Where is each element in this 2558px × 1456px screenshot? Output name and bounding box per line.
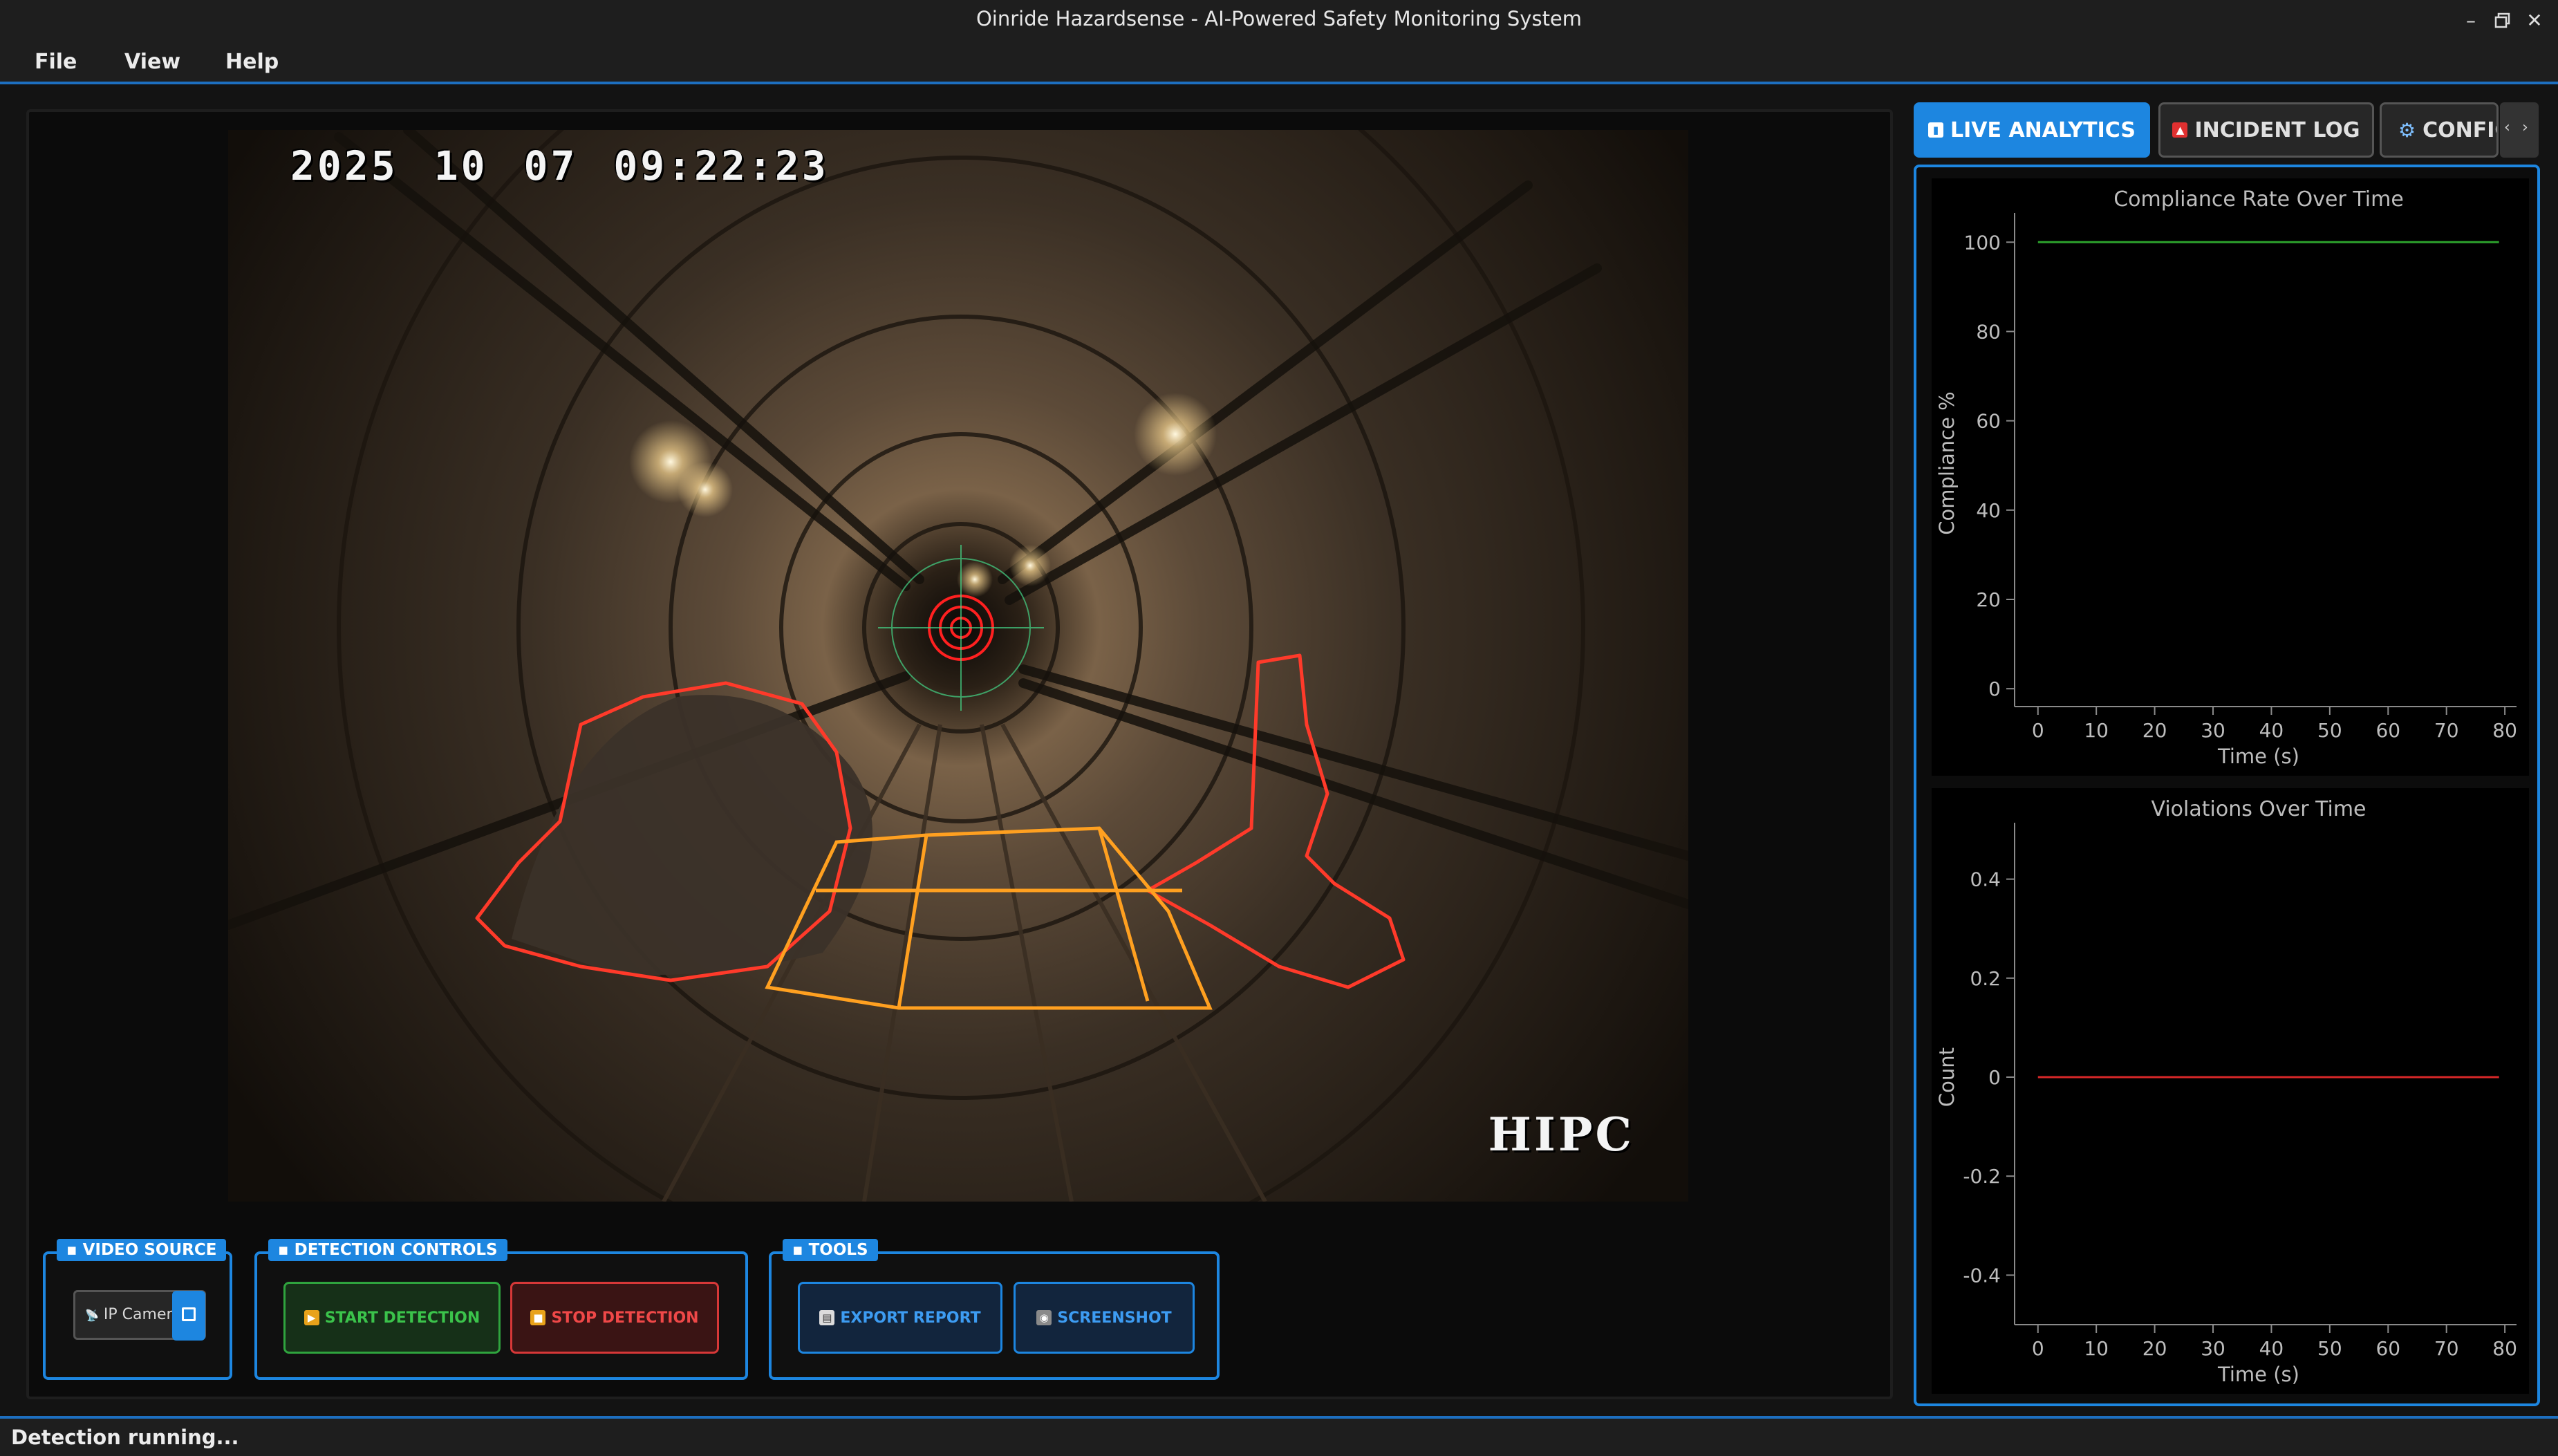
video-source-title: ▪ VIDEO SOURCE <box>57 1239 227 1261</box>
chart-title: Compliance Rate Over Time <box>2113 187 2404 212</box>
x-tick-label: 70 <box>2434 719 2459 742</box>
x-tick-label: 0 <box>2032 1337 2044 1360</box>
gamepad-icon: ▪ <box>278 1241 289 1259</box>
x-tick-label: 60 <box>2375 719 2400 742</box>
x-axis-label: Time (s) <box>2217 745 2299 768</box>
detection-controls-title: ▪ DETECTION CONTROLS <box>268 1239 507 1261</box>
compliance-chart-svg: Compliance Rate Over Time 0 20 40 60 80 100 0 10… <box>1935 187 2517 768</box>
x-tick-label: 50 <box>2317 1337 2342 1360</box>
bar-chart-icon: ▮ <box>1928 122 1944 138</box>
siren-icon: ▲ <box>2172 122 2188 138</box>
window-title: Oinride Hazardsense - AI-Powered Safety … <box>975 7 1583 30</box>
x-tick-label: 0 <box>2032 719 2044 742</box>
y-tick-label: -0.2 <box>1963 1165 2001 1188</box>
menu-view[interactable]: View <box>124 50 180 74</box>
camera-feed: 2025 10 07 09:22:23 HIPC <box>228 130 1688 1202</box>
video-source-group: ▪ VIDEO SOURCE 📡 IP Camer <box>43 1239 232 1380</box>
tunnel-image <box>228 130 1688 1202</box>
x-tick-label: 50 <box>2317 719 2342 742</box>
status-bar: Detection running... <box>0 1419 2558 1456</box>
x-tick-label: 10 <box>2084 1337 2109 1360</box>
y-tick-label: 0.2 <box>1970 967 2001 990</box>
y-tick-label: 80 <box>1976 320 2001 343</box>
timestamp-year: 2025 <box>290 142 398 189</box>
x-axis-label: Time (s) <box>2217 1363 2299 1386</box>
combo-dropdown-icon[interactable] <box>172 1291 205 1341</box>
detection-controls-group: ▪ DETECTION CONTROLS ▶ START DETECTION ■ S… <box>254 1239 748 1380</box>
x-tick-label: 20 <box>2142 1337 2167 1360</box>
camera-watermark: HIPC <box>1488 1108 1634 1161</box>
y-tick-label: 0.4 <box>1970 868 2001 891</box>
wrench-icon: ▪ <box>792 1241 803 1259</box>
tab-live-analytics[interactable]: ▮ LIVE ANALYTICS <box>1914 102 2150 158</box>
violations-chart-svg: Violations Over Time -0.4 -0.2 0 0.2 0.4 0 10 20… <box>1935 797 2517 1386</box>
tab-incident-log[interactable]: ▲ INCIDENT LOG <box>2158 102 2374 158</box>
x-tick-label: 80 <box>2492 1337 2517 1360</box>
scroll-left-icon[interactable]: ‹ <box>2504 119 2510 136</box>
y-axis-label: Count <box>1935 1047 1959 1107</box>
video-source-value: 📡 IP Camer <box>85 1306 173 1323</box>
menu-help[interactable]: Help <box>225 50 279 74</box>
stop-icon: ■ <box>530 1310 546 1325</box>
menu-file[interactable]: File <box>35 50 77 74</box>
live-analytics-panel: Compliance Rate Over Time 0 20 40 60 80 100 0 10… <box>1914 165 2540 1406</box>
y-tick-label: 20 <box>1976 588 2001 611</box>
y-tick-label: 0 <box>1988 1066 2001 1089</box>
x-tick-label: 40 <box>2259 719 2284 742</box>
timestamp-day: 07 <box>523 142 578 189</box>
video-source-combo[interactable]: 📡 IP Camer <box>73 1290 206 1341</box>
minimize-icon[interactable]: – <box>2457 6 2485 36</box>
export-report-button[interactable]: ▤ EXPORT REPORT <box>798 1282 1002 1354</box>
camera-icon: ▪ <box>66 1241 77 1259</box>
start-detection-button[interactable]: ▶ START DETECTION <box>283 1282 501 1354</box>
y-tick-label: 40 <box>1976 499 2001 522</box>
tools-group: ▪ TOOLS ▤ EXPORT REPORT ◉ SCREENSHOT <box>769 1239 1220 1380</box>
gear-icon: ⚙ <box>2398 118 2416 142</box>
x-tick-label: 10 <box>2084 719 2109 742</box>
timestamp-month: 10 <box>433 142 488 189</box>
close-icon[interactable]: ✕ <box>2521 6 2548 36</box>
stop-detection-button[interactable]: ■ STOP DETECTION <box>510 1282 719 1354</box>
screenshot-button[interactable]: ◉ SCREENSHOT <box>1014 1282 1195 1354</box>
x-tick-label: 30 <box>2201 719 2225 742</box>
video-timestamp: 2025 10 07 09:22:23 <box>290 142 829 189</box>
y-tick-label: 100 <box>1964 231 2001 254</box>
timestamp-time: 09:22:23 <box>613 142 829 189</box>
status-text: Detection running... <box>11 1426 239 1449</box>
scroll-right-icon[interactable]: › <box>2522 119 2528 136</box>
violations-chart: Violations Over Time -0.4 -0.2 0 0.2 0.4 0 10 20… <box>1932 788 2529 1394</box>
x-tick-label: 70 <box>2434 1337 2459 1360</box>
document-icon: ▤ <box>819 1310 835 1325</box>
compliance-chart: Compliance Rate Over Time 0 20 40 60 80 100 0 10… <box>1932 178 2529 776</box>
y-tick-label: -0.4 <box>1963 1264 2001 1287</box>
title-bar: Oinride Hazardsense - AI-Powered Safety … <box>0 0 2558 41</box>
video-panel: 2025 10 07 09:22:23 HIPC <box>26 109 1893 1399</box>
x-tick-label: 20 <box>2142 719 2167 742</box>
tab-config[interactable]: ⚙CONFIG <box>2380 102 2499 158</box>
restore-icon[interactable] <box>2489 6 2517 36</box>
x-tick-label: 60 <box>2375 1337 2400 1360</box>
tools-title: ▪ TOOLS <box>783 1239 878 1261</box>
y-axis-label: Compliance % <box>1935 391 1959 534</box>
chart-title: Violations Over Time <box>2151 797 2366 821</box>
x-tick-label: 30 <box>2201 1337 2225 1360</box>
menu-bar: File View Help <box>0 41 2558 84</box>
antenna-icon: 📡 <box>85 1309 99 1322</box>
x-tick-label: 80 <box>2492 719 2517 742</box>
tab-scroller[interactable]: ‹ › <box>2500 102 2539 158</box>
y-tick-label: 60 <box>1976 410 2001 433</box>
camera-icon: ◉ <box>1036 1310 1052 1325</box>
x-tick-label: 40 <box>2259 1337 2284 1360</box>
y-tick-label: 0 <box>1988 678 2001 700</box>
play-icon: ▶ <box>304 1310 319 1325</box>
